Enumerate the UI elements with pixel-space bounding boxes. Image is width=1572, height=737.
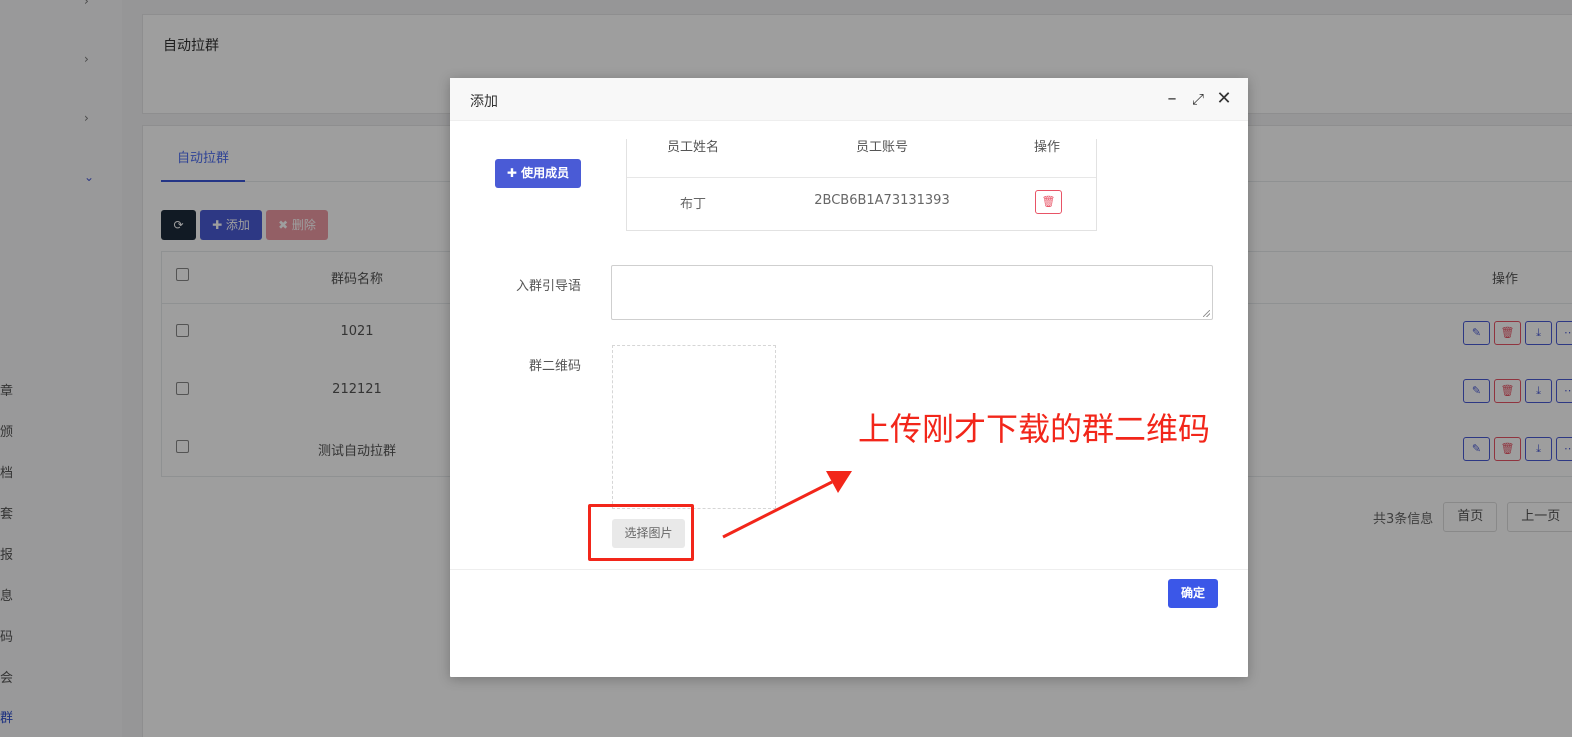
member-table: 员工姓名 员工账号 操作 布丁 2BCB6B1A73131393 🗑 [626,139,1097,231]
guide-label: 入群引导语 [515,279,581,294]
column-header-op: 操作 [1033,140,1060,155]
column-header-staff-account: 员工账号 [855,140,908,155]
maximize-icon[interactable]: ⤢ [1188,88,1208,110]
dialog-footer [450,569,1248,570]
dialog-header: 添加 – ⤢ ✕ [450,78,1248,121]
confirm-button[interactable]: 确定 [1168,579,1218,608]
divider [627,177,1096,178]
trash-icon[interactable]: 🗑 [1035,190,1062,214]
close-icon[interactable]: ✕ [1214,88,1234,110]
add-dialog: 添加 – ⤢ ✕ ✚ 使用成员 员工姓名 员工账号 操作 布丁 2BCB6B1A… [450,78,1248,677]
dialog-title: 添加 [470,94,498,110]
use-member-button[interactable]: ✚ 使用成员 [495,159,581,188]
minimize-icon[interactable]: – [1162,88,1182,110]
staff-account: 2BCB6B1A73131393 [814,193,950,208]
column-header-staff-name: 员工姓名 [666,140,719,155]
annotation-text: 上传刚才下载的群二维码 [858,410,1211,448]
qr-label: 群二维码 [528,359,581,374]
staff-name: 布丁 [679,197,706,212]
arrow-icon [722,471,852,539]
highlight-box [588,504,694,561]
guide-textarea[interactable] [611,265,1213,320]
